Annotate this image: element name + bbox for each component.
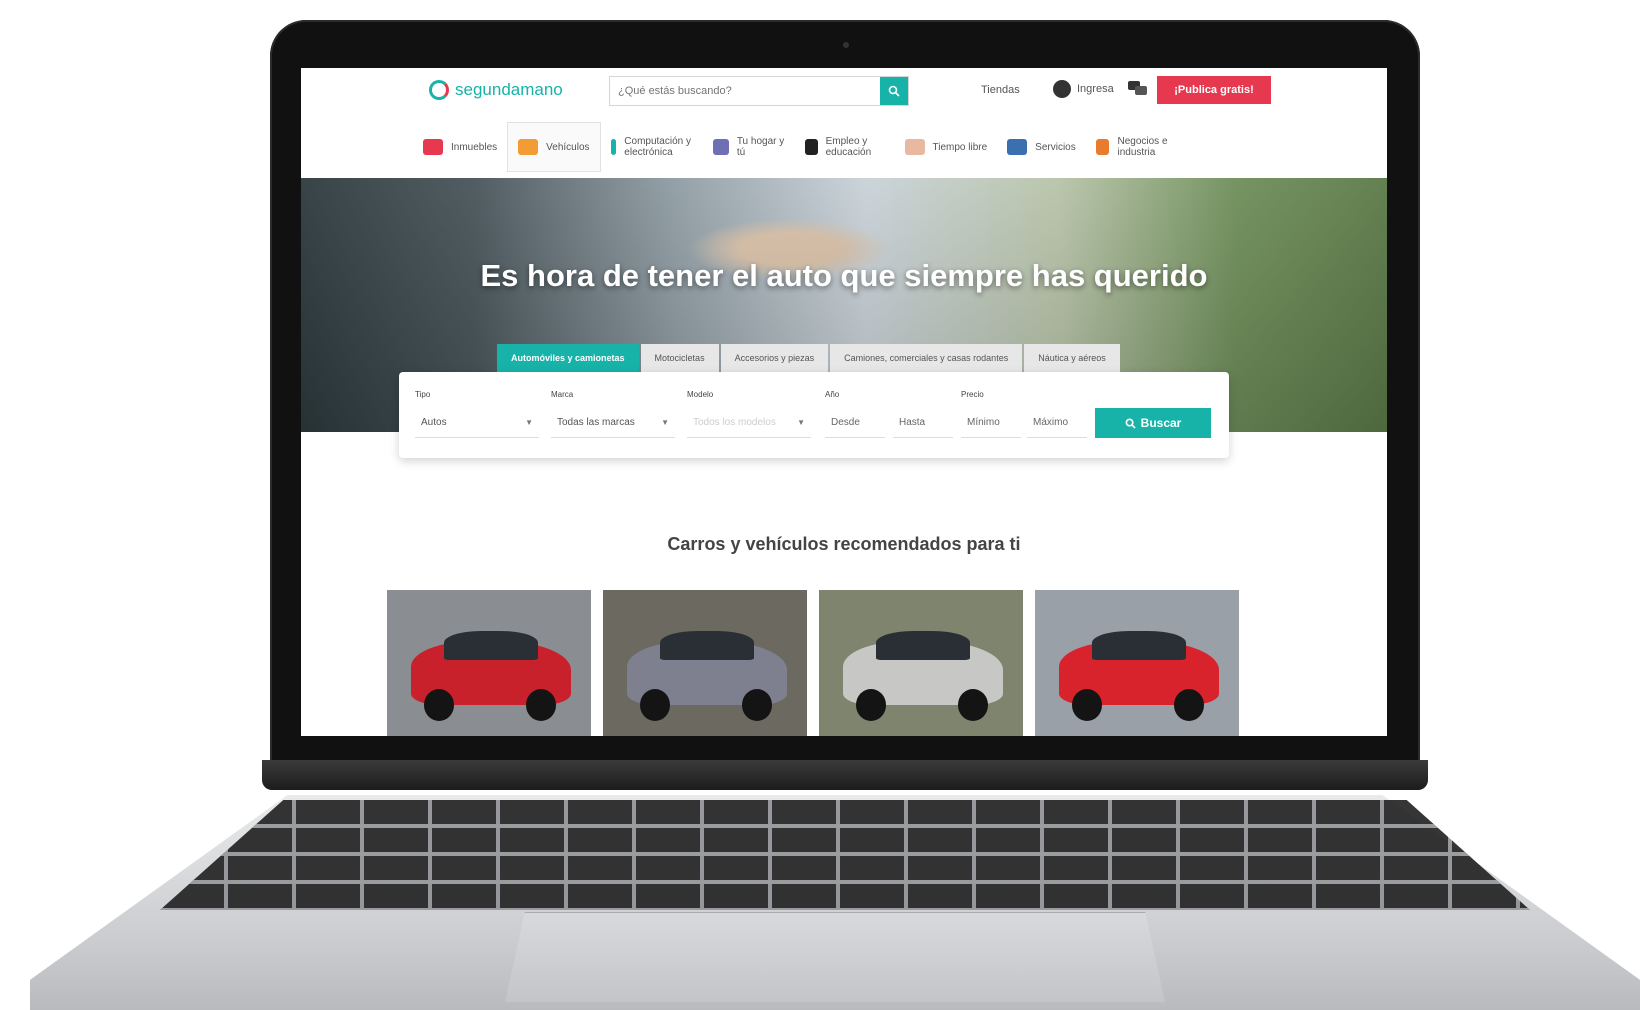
- keyboard-rows: [160, 800, 1530, 910]
- laptop-screen: segundamano Tiendas Ingresa ¡Publica gra…: [301, 68, 1387, 736]
- category-negocios[interactable]: Negocios e industria: [1086, 122, 1190, 172]
- briefcase-icon: [1095, 139, 1110, 155]
- chevron-down-icon: ▼: [797, 418, 805, 427]
- site-logo[interactable]: segundamano: [429, 80, 563, 100]
- category-label: Inmuebles: [451, 141, 498, 153]
- car-card[interactable]: [387, 590, 591, 736]
- site-header: segundamano Tiendas Ingresa ¡Publica gra…: [301, 68, 1387, 120]
- tiendas-link[interactable]: Tiendas: [981, 84, 1020, 96]
- anio-hasta-input[interactable]: Hasta: [893, 408, 953, 438]
- tab-nautica[interactable]: Náutica y aéreos: [1024, 344, 1120, 372]
- category-label: Computación y electrónica: [624, 136, 691, 158]
- tab-motocicletas[interactable]: Motocicletas: [640, 344, 719, 372]
- logo-text: segundamano: [455, 80, 563, 99]
- bicycle-icon: [904, 139, 925, 155]
- car-window: [1092, 630, 1186, 661]
- precio-label: Precio: [961, 390, 984, 399]
- car-wheel: [525, 689, 557, 722]
- car-window: [876, 630, 970, 661]
- logo-icon: [429, 80, 449, 100]
- search-bar: [609, 76, 909, 106]
- car-wheel: [855, 689, 887, 722]
- category-vehiculos[interactable]: Vehículos: [507, 122, 601, 172]
- phone-icon: [610, 139, 617, 155]
- car-wheel: [639, 689, 671, 722]
- car-wheel: [1173, 689, 1205, 722]
- laptop-hinge: [262, 760, 1428, 790]
- tab-camiones[interactable]: Camiones, comerciales y casas rodantes: [830, 344, 1023, 372]
- tipo-value: Autos: [421, 417, 447, 428]
- category-label: Tu hogar y tú: [736, 136, 785, 158]
- category-label: Servicios: [1035, 141, 1076, 153]
- category-tiempo-libre[interactable]: Tiempo libre: [895, 122, 998, 172]
- category-nav: Inmuebles Vehículos Computación y electr…: [413, 120, 1190, 174]
- category-label: Empleo y educación: [825, 136, 872, 158]
- recommended-title: Carros y vehículos recomendados para ti: [667, 534, 1021, 554]
- tab-accesorios[interactable]: Accesorios y piezas: [720, 344, 829, 372]
- anio-label: Año: [825, 390, 840, 399]
- graduation-cap-icon: [804, 139, 818, 155]
- car-icon: [518, 139, 539, 155]
- tipo-select[interactable]: Autos ▼: [415, 408, 539, 438]
- search-button[interactable]: [880, 77, 908, 105]
- anio-desde-input[interactable]: Desde: [825, 408, 885, 438]
- tools-icon: [1007, 139, 1028, 155]
- category-label: Vehículos: [546, 141, 590, 153]
- chevron-down-icon: ▼: [525, 418, 533, 427]
- category-servicios[interactable]: Servicios: [997, 122, 1086, 172]
- search-input[interactable]: [610, 77, 880, 105]
- car-wheel: [1071, 689, 1103, 722]
- recommended-cars: [387, 590, 1239, 736]
- modelo-value: Todos los modelos: [693, 417, 776, 428]
- search-icon: [1125, 418, 1136, 429]
- car-wheel: [423, 689, 455, 722]
- search-icon: [888, 85, 900, 97]
- trackpad: [505, 912, 1165, 1002]
- chat-icon[interactable]: [1128, 81, 1148, 97]
- modelo-label: Modelo: [687, 390, 714, 399]
- login-link[interactable]: Ingresa: [1053, 80, 1114, 98]
- marca-select[interactable]: Todas las marcas ▼: [551, 408, 675, 438]
- car-wheel: [957, 689, 989, 722]
- chevron-down-icon: ▼: [661, 418, 669, 427]
- modelo-select[interactable]: Todos los modelos ▼: [687, 408, 811, 438]
- category-inmuebles[interactable]: Inmuebles: [413, 122, 507, 172]
- house-icon: [423, 139, 443, 155]
- tipo-label: Tipo: [415, 390, 431, 399]
- buscar-label: Buscar: [1140, 416, 1182, 430]
- precio-maximo-input[interactable]: Máximo: [1027, 408, 1087, 438]
- buscar-button[interactable]: Buscar: [1095, 408, 1211, 438]
- category-label: Tiempo libre: [932, 141, 988, 153]
- marca-label: Marca: [551, 390, 574, 399]
- car-card[interactable]: [1035, 590, 1239, 736]
- user-icon: [1053, 80, 1071, 98]
- tab-automoviles[interactable]: Automóviles y camionetas: [497, 344, 639, 372]
- publish-free-button[interactable]: ¡Publica gratis!: [1157, 76, 1271, 104]
- vehicle-type-tabs: Automóviles y camionetas Motocicletas Ac…: [497, 344, 1120, 372]
- car-window: [660, 630, 754, 661]
- car-card[interactable]: [819, 590, 1023, 736]
- car-window: [444, 630, 538, 661]
- search-filters: Tipo Autos ▼ Marca Todas las marcas ▼ Mo…: [399, 372, 1229, 458]
- sofa-icon: [712, 139, 729, 155]
- category-empleo[interactable]: Empleo y educación: [795, 122, 895, 172]
- marca-value: Todas las marcas: [557, 417, 635, 428]
- webcam: [843, 42, 849, 48]
- car-wheel: [741, 689, 773, 722]
- car-card[interactable]: [603, 590, 807, 736]
- category-label: Negocios e industria: [1117, 136, 1168, 158]
- category-hogar[interactable]: Tu hogar y tú: [703, 122, 795, 172]
- login-label: Ingresa: [1077, 83, 1114, 95]
- precio-minimo-input[interactable]: Mínimo: [961, 408, 1021, 438]
- category-computacion[interactable]: Computación y electrónica: [601, 122, 703, 172]
- hero-title: Es hora de tener el auto que siempre has…: [480, 258, 1208, 293]
